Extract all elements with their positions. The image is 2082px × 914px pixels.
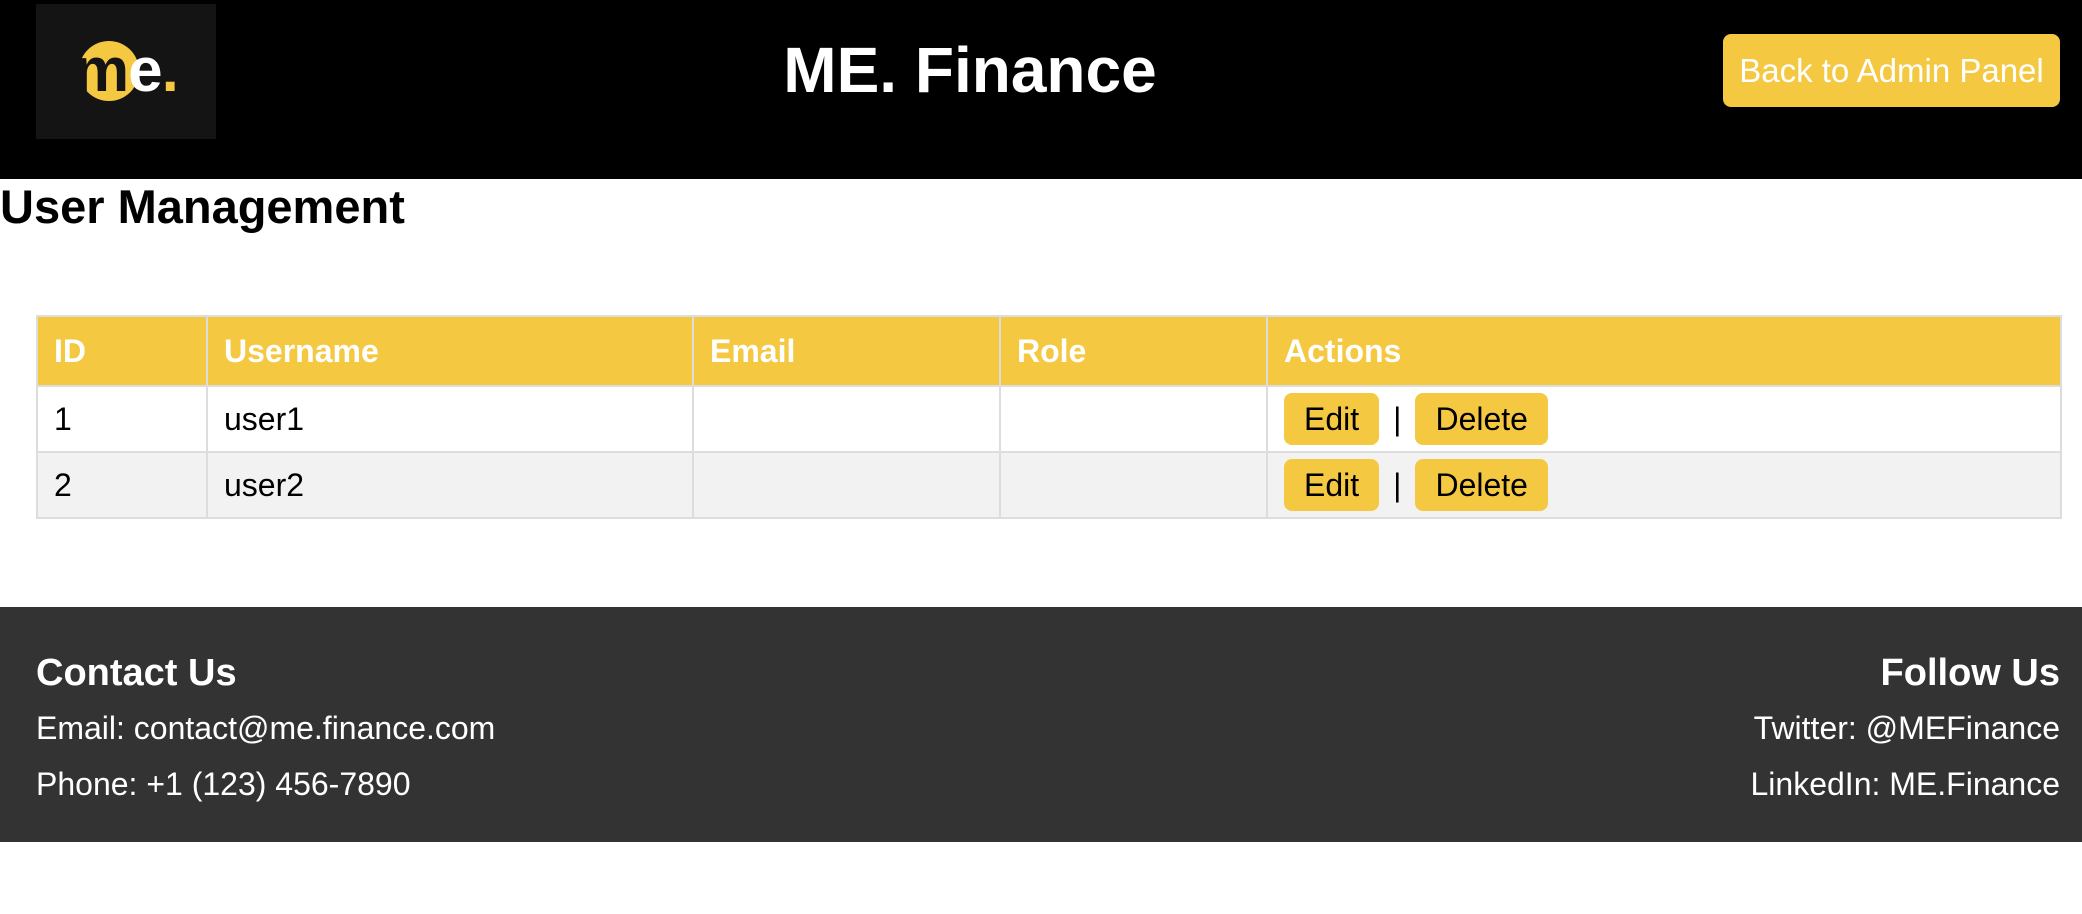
- column-header-username: Username: [206, 315, 694, 387]
- contact-phone[interactable]: Phone: +1 (123) 456-7890: [36, 764, 411, 804]
- edit-button[interactable]: Edit: [1284, 459, 1380, 511]
- contact-heading: Contact Us: [36, 652, 237, 694]
- column-header-email: Email: [692, 315, 1001, 387]
- cell-username: user2: [206, 451, 694, 519]
- table-row: 2 user2 Edit | Delete: [36, 451, 2062, 519]
- column-header-id: ID: [36, 315, 208, 387]
- column-header-role: Role: [999, 315, 1268, 387]
- cell-role: [999, 385, 1268, 453]
- cell-actions: Edit | Delete: [1266, 451, 2062, 519]
- delete-button[interactable]: Delete: [1415, 393, 1548, 445]
- follow-heading: Follow Us: [1880, 652, 2060, 694]
- cell-username: user1: [206, 385, 694, 453]
- back-to-admin-button[interactable]: Back to Admin Panel: [1723, 34, 2060, 107]
- action-separator: |: [1393, 466, 1402, 503]
- linkedin-link[interactable]: LinkedIn: ME.Finance: [1751, 764, 2061, 804]
- cell-email: [692, 451, 1001, 519]
- cell-id: 1: [36, 385, 208, 453]
- cell-id: 2: [36, 451, 208, 519]
- cell-role: [999, 451, 1268, 519]
- page-title: User Management: [0, 180, 405, 233]
- delete-button[interactable]: Delete: [1415, 459, 1548, 511]
- contact-email[interactable]: Email: contact@me.finance.com: [36, 708, 495, 748]
- cell-email: [692, 385, 1001, 453]
- user-table: ID Username Email Role Actions 1 user1 E…: [36, 315, 2062, 519]
- edit-button[interactable]: Edit: [1284, 393, 1380, 445]
- column-header-actions: Actions: [1266, 315, 2062, 387]
- site-title: ME. Finance: [783, 34, 1157, 106]
- cell-actions: Edit | Delete: [1266, 385, 2062, 453]
- site-footer: Contact Us Email: contact@me.finance.com…: [0, 607, 2082, 842]
- action-separator: |: [1393, 400, 1402, 437]
- table-header-row: ID Username Email Role Actions: [36, 315, 2062, 387]
- site-header: me. ME. Finance Back to Admin Panel: [0, 0, 2082, 179]
- table-row: 1 user1 Edit | Delete: [36, 385, 2062, 453]
- twitter-link[interactable]: Twitter: @MEFinance: [1754, 708, 2060, 748]
